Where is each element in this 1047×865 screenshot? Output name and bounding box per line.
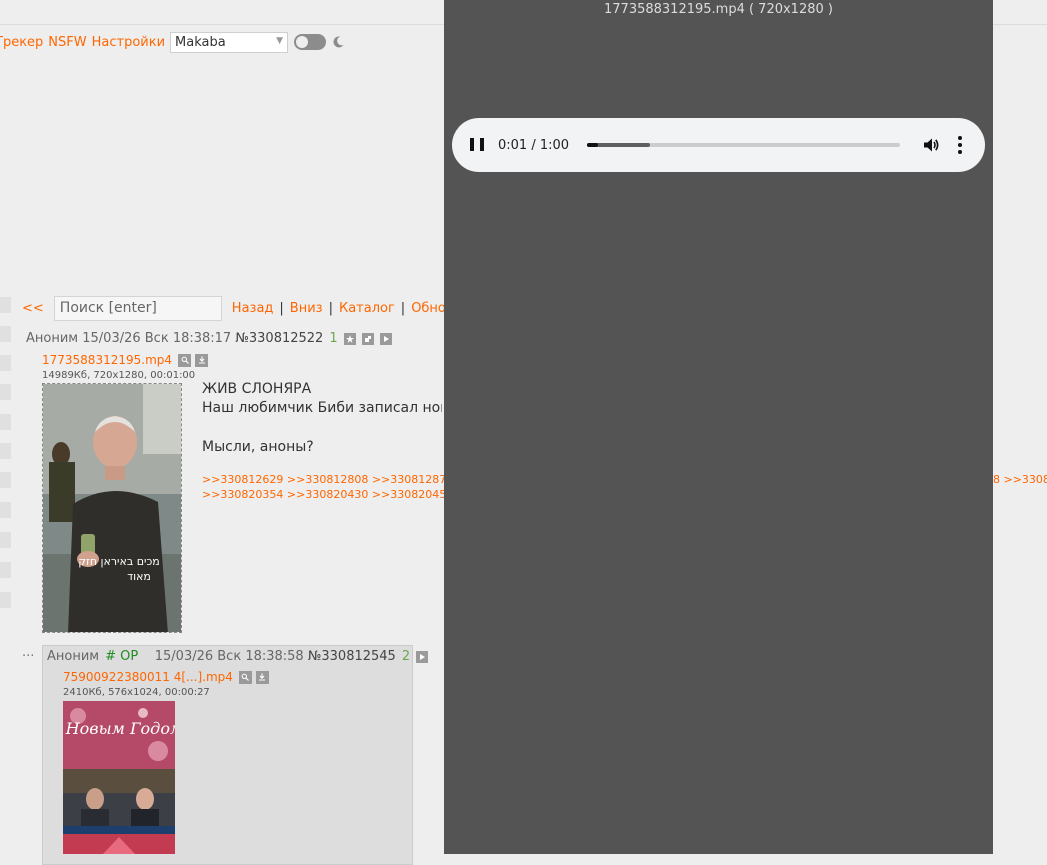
thumbnail-image: С Новым Годом! bbox=[63, 701, 175, 854]
thumb-greeting: С Новым Годом! bbox=[63, 719, 175, 738]
op-file-row: 1773588312195.mp4 bbox=[42, 353, 209, 367]
reply-post-header: Аноним # OP 15/03/26 Вск 18:38:58 №33081… bbox=[47, 649, 429, 664]
nav-down-link[interactable]: Вниз bbox=[290, 301, 323, 316]
style-select-value: Makaba bbox=[175, 34, 226, 50]
gutter-mark bbox=[0, 414, 11, 430]
gutter-mark bbox=[0, 326, 11, 342]
pause-icon[interactable] bbox=[470, 138, 484, 152]
time-display: 0:01 / 1:00 bbox=[498, 137, 570, 153]
video-thumbnail[interactable]: С Новым Годом! bbox=[63, 701, 175, 854]
reply-links-row-1-tail[interactable]: 8 >>33081 bbox=[993, 472, 1047, 487]
op-mark: # OP bbox=[105, 649, 139, 664]
post-message: ЖИВ СЛОНЯРА Наш любимчик Биби записал но… bbox=[202, 380, 442, 457]
post-author: Аноним bbox=[26, 331, 79, 346]
nav-separator: | bbox=[400, 300, 406, 316]
thumb-caption-2: מאוד bbox=[127, 570, 151, 583]
settings-link[interactable]: Настройки bbox=[92, 35, 165, 50]
download-icon[interactable] bbox=[255, 670, 269, 684]
more-options-icon[interactable] bbox=[958, 136, 963, 154]
gutter-mark bbox=[0, 384, 11, 400]
gutter-mark bbox=[0, 562, 11, 578]
back-to-board-link[interactable]: << bbox=[22, 301, 44, 316]
played-progress bbox=[587, 143, 598, 147]
search-icon[interactable] bbox=[238, 670, 252, 684]
post-line-3: Мысли, аноны? bbox=[202, 439, 314, 455]
play-icon[interactable] bbox=[416, 650, 429, 663]
video-thumbnail[interactable]: מכים באיראן חזק מאוד bbox=[42, 383, 182, 633]
gutter-mark bbox=[0, 502, 11, 518]
media-controls: 0:01 / 1:00 bbox=[452, 118, 985, 172]
board-header: Трекер NSFW Настройки Makaba ▼ bbox=[0, 30, 345, 54]
post-number[interactable]: №330812545 bbox=[308, 649, 396, 664]
file-name-link[interactable]: 1773588312195.mp4 bbox=[42, 353, 172, 367]
post-number[interactable]: №330812522 bbox=[235, 331, 323, 346]
video-player-overlay[interactable]: 1773588312195.mp4 ( 720x1280 ) 0:01 / 1:… bbox=[444, 0, 993, 854]
chevron-down-icon: ▼ bbox=[276, 35, 284, 46]
reply-file-row: 75900922380011 4[...].mp4 bbox=[63, 670, 269, 684]
search-icon[interactable] bbox=[178, 353, 192, 367]
volume-icon[interactable] bbox=[922, 136, 940, 154]
post-index: 2 bbox=[401, 649, 411, 664]
post-menu-dots[interactable]: ... bbox=[22, 645, 34, 660]
thumbnail-image: מכים באיראן חזק מאוד bbox=[43, 384, 181, 632]
toggle-knob bbox=[296, 36, 309, 48]
thread-nav: << Назад | Вниз | Каталог | Обновить bbox=[22, 295, 477, 321]
search-input[interactable] bbox=[53, 295, 222, 321]
nav-back-link[interactable]: Назад bbox=[232, 301, 274, 316]
gutter-mark bbox=[0, 532, 11, 548]
post-date: 15/03/26 Вск 18:38:17 bbox=[82, 331, 232, 346]
file-name-link[interactable]: 75900922380011 4[...].mp4 bbox=[63, 670, 233, 684]
style-select[interactable]: Makaba ▼ bbox=[170, 31, 289, 53]
nav-separator: | bbox=[279, 300, 284, 316]
dark-mode-toggle[interactable] bbox=[294, 34, 327, 50]
nav-separator: | bbox=[328, 300, 333, 316]
expand-icon[interactable] bbox=[361, 332, 374, 345]
play-icon[interactable] bbox=[379, 332, 392, 345]
post-line-1: ЖИВ СЛОНЯРА bbox=[202, 381, 312, 397]
tracker-link[interactable]: Трекер bbox=[0, 35, 43, 50]
download-icon[interactable] bbox=[195, 353, 209, 367]
file-info: 2410Кб, 576x1024, 00:00:27 bbox=[63, 687, 210, 698]
nav-catalog-link[interactable]: Каталог bbox=[339, 301, 395, 316]
moon-icon bbox=[333, 36, 344, 48]
nsfw-link[interactable]: NSFW bbox=[48, 35, 86, 50]
file-info: 14989Кб, 720x1280, 00:01:00 bbox=[42, 370, 196, 381]
op-post-header: Аноним 15/03/26 Вск 18:38:17 №330812522 … bbox=[26, 331, 392, 346]
gutter-mark bbox=[0, 297, 11, 313]
player-title: 1773588312195.mp4 ( 720x1280 ) bbox=[604, 2, 833, 17]
post-date: 15/03/26 Вск 18:38:58 bbox=[154, 649, 304, 664]
gutter-mark bbox=[0, 355, 11, 371]
thumb-caption-1: מכים באיראן חזק bbox=[78, 555, 160, 568]
gutter-mark bbox=[0, 443, 11, 459]
star-icon[interactable] bbox=[343, 332, 356, 345]
gutter-mark bbox=[0, 592, 11, 608]
post-line-2: Наш любимчик Биби записал новое bbox=[202, 400, 442, 416]
gutter-mark bbox=[0, 472, 11, 488]
post-index: 1 bbox=[329, 331, 338, 346]
post-author: Аноним bbox=[47, 649, 100, 664]
seek-bar[interactable] bbox=[587, 143, 901, 147]
